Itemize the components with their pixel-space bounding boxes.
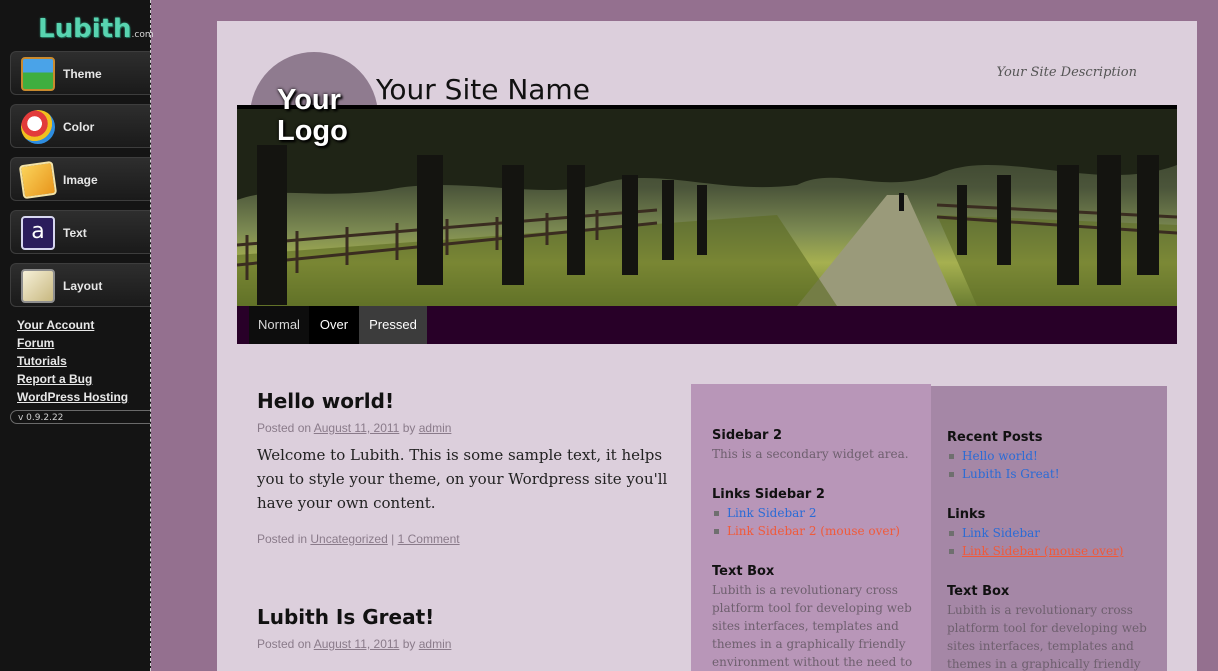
- link-sidebar-2-hover[interactable]: Link Sidebar 2 (mouse over): [727, 524, 900, 538]
- site-name[interactable]: Your Site Name: [376, 73, 590, 106]
- recent-post-link[interactable]: Lubith Is Great!: [962, 467, 1060, 481]
- post-meta: Posted on August 11, 2011 by admin: [257, 637, 677, 651]
- widget-recent-posts: Recent Posts Hello world! Lubith Is Grea…: [947, 430, 1152, 483]
- wordpress-hosting-link[interactable]: WordPress Hosting: [17, 388, 128, 406]
- image-icon: [18, 160, 58, 200]
- widget-title: Text Box: [712, 564, 775, 579]
- image-tool-button[interactable]: Image: [10, 157, 150, 201]
- color-tool-button[interactable]: Color: [10, 104, 150, 148]
- color-tool-label: Color: [63, 120, 95, 134]
- your-account-link[interactable]: Your Account: [17, 316, 128, 334]
- by-label: by: [402, 637, 416, 651]
- widget-text: Lubith is a revolutionary cross platform…: [947, 603, 1147, 671]
- color-icon: [21, 110, 55, 144]
- widget-title: Text Box: [947, 584, 1010, 599]
- post-title[interactable]: Hello world!: [257, 389, 677, 413]
- layout-icon: [21, 269, 55, 303]
- widget-text: This is a secondary widget area.: [712, 447, 909, 461]
- panel-links: Your Account Forum Tutorials Report a Bu…: [17, 316, 128, 406]
- comments-link[interactable]: 1 Comment: [398, 532, 460, 546]
- post-body: Welcome to Lubith. This is some sample t…: [257, 446, 668, 512]
- link-sidebar-hover[interactable]: Link Sidebar (mouse over): [962, 544, 1123, 558]
- recent-posts-list: Hello world! Lubith Is Great!: [947, 447, 1152, 483]
- category-link[interactable]: Uncategorized: [310, 532, 387, 546]
- text-tool-label: Text: [63, 226, 87, 240]
- widget-text-box: Text Box Lubith is a revolutionary cross…: [947, 584, 1152, 671]
- image-tool-label: Image: [63, 173, 98, 187]
- site-logo-text[interactable]: Your Logo: [277, 85, 377, 147]
- post-date-link[interactable]: August 11, 2011: [314, 637, 400, 651]
- meta-separator: |: [391, 532, 395, 546]
- layout-tool-label: Layout: [63, 279, 103, 293]
- link-sidebar-2[interactable]: Link Sidebar 2: [727, 506, 816, 520]
- menu-item-pressed[interactable]: Pressed: [359, 306, 427, 344]
- post-author-link[interactable]: admin: [419, 421, 452, 435]
- widget-text-box: Text Box Lubith is a revolutionary cross…: [712, 564, 917, 671]
- link-sidebar[interactable]: Link Sidebar: [962, 526, 1040, 540]
- list-item: Hello world!: [947, 447, 1152, 465]
- posted-on-label: Posted on: [257, 637, 312, 651]
- widget-links-sidebar-2: Links Sidebar 2 Link Sidebar 2 Link Side…: [712, 487, 917, 540]
- forum-link[interactable]: Forum: [17, 334, 128, 352]
- theme-tool-button[interactable]: Theme: [10, 51, 150, 95]
- list-item: Link Sidebar: [947, 524, 1152, 542]
- lubith-logo[interactable]: Lubith.com: [38, 14, 154, 44]
- by-label: by: [402, 421, 416, 435]
- widget-title: Links: [947, 507, 986, 522]
- widget-links: Links Link Sidebar Link Sidebar (mouse o…: [947, 507, 1152, 560]
- recent-post-link[interactable]: Hello world!: [962, 449, 1038, 463]
- sidebar-1: Recent Posts Hello world! Lubith Is Grea…: [931, 386, 1167, 671]
- post-author-link[interactable]: admin: [419, 637, 452, 651]
- lubith-brand: Lubith: [38, 14, 132, 44]
- post-footer-meta: Posted in Uncategorized | 1 Comment: [257, 532, 677, 546]
- theme-icon: [21, 57, 55, 91]
- post-date-link[interactable]: August 11, 2011: [314, 421, 400, 435]
- posted-on-label: Posted on: [257, 421, 312, 435]
- header-banner-image: [237, 105, 1177, 306]
- post-title[interactable]: Lubith Is Great!: [257, 605, 677, 629]
- text-tool-button[interactable]: a Text: [10, 210, 150, 254]
- widget-sidebar-2: Sidebar 2 This is a secondary widget are…: [712, 428, 917, 463]
- widget-title: Recent Posts: [947, 430, 1043, 445]
- list-item: Link Sidebar 2 (mouse over): [712, 522, 917, 540]
- menu-item-over[interactable]: Over: [309, 306, 359, 344]
- post-lubith-is-great: Lubith Is Great! Posted on August 11, 20…: [257, 605, 677, 651]
- theme-tool-label: Theme: [63, 67, 102, 81]
- widget-text: Lubith is a revolutionary cross platform…: [712, 583, 913, 669]
- list-item: Link Sidebar 2: [712, 504, 917, 522]
- list-item: Lubith Is Great!: [947, 465, 1152, 483]
- sidebar-2: Sidebar 2 This is a secondary widget are…: [691, 384, 931, 671]
- menu-item-normal[interactable]: Normal: [249, 306, 309, 344]
- links-list: Link Sidebar 2 Link Sidebar 2 (mouse ove…: [712, 504, 917, 540]
- text-icon: a: [21, 216, 55, 250]
- site-preview: Your Logo Your Site Name Your Site Descr…: [217, 21, 1197, 671]
- lubith-brand-suffix: .com: [131, 30, 154, 40]
- lubith-tool-panel: Lubith.com Theme Color Image a Text Layo…: [0, 0, 154, 671]
- site-description: Your Site Description: [996, 65, 1137, 80]
- tree-avenue-illustration: [237, 109, 1177, 306]
- menu-bar: Normal Over Pressed: [237, 306, 1177, 344]
- list-item: Link Sidebar (mouse over): [947, 542, 1152, 560]
- widget-title: Sidebar 2: [712, 428, 783, 443]
- report-bug-link[interactable]: Report a Bug: [17, 370, 128, 388]
- tutorials-link[interactable]: Tutorials: [17, 352, 128, 370]
- posted-in-label: Posted in: [257, 532, 308, 546]
- post-hello-world: Hello world! Posted on August 11, 2011 b…: [257, 389, 677, 546]
- widget-title: Links Sidebar 2: [712, 487, 825, 502]
- post-meta: Posted on August 11, 2011 by admin: [257, 421, 677, 435]
- version-badge: v 0.9.2.22: [10, 410, 150, 424]
- links-list: Link Sidebar Link Sidebar (mouse over): [947, 524, 1152, 560]
- layout-tool-button[interactable]: Layout: [10, 263, 150, 307]
